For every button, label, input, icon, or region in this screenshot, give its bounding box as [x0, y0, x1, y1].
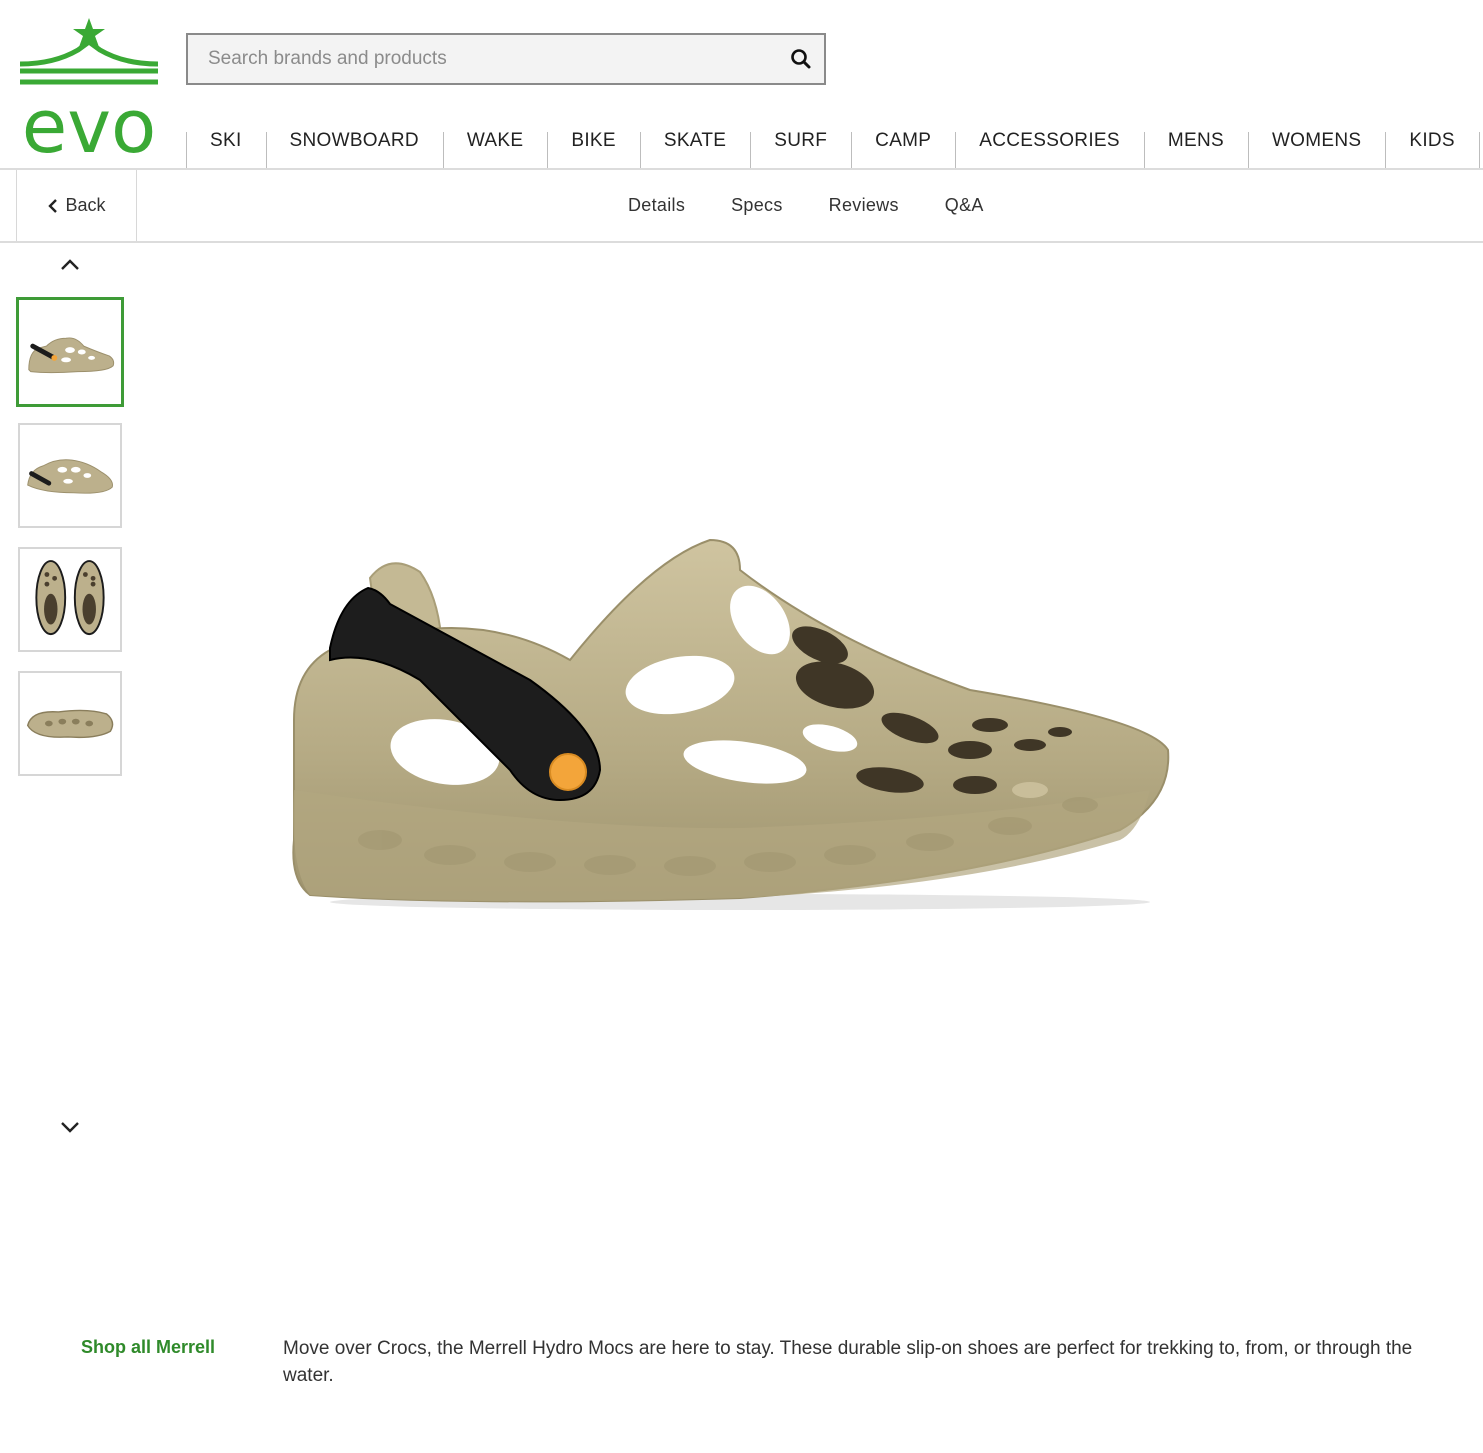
- svg-text:evo: evo: [22, 84, 157, 160]
- main-nav: SKI SNOWBOARD WAKE BIKE SKATE SURF CAMP …: [186, 114, 1483, 168]
- section-tabs: Details Specs Reviews Q&A: [605, 170, 1007, 241]
- back-button[interactable]: Back: [16, 170, 137, 241]
- search-box: [186, 33, 826, 85]
- nav-item-camp[interactable]: CAMP: [851, 114, 955, 168]
- chevron-down-icon[interactable]: [58, 1119, 82, 1135]
- tab-specs[interactable]: Specs: [708, 195, 806, 216]
- thumbnail-side-view[interactable]: [16, 297, 124, 407]
- search-input[interactable]: [208, 35, 768, 83]
- tab-details[interactable]: Details: [605, 195, 708, 216]
- nav-item-surf[interactable]: SURF: [750, 114, 851, 168]
- nav-item-womens[interactable]: WOMENS: [1247, 114, 1385, 168]
- chevron-up-icon[interactable]: [58, 257, 82, 273]
- nav-item-e-truncated[interactable]: E: [1478, 114, 1483, 168]
- shoe-sole-thumbnail: [26, 709, 114, 739]
- back-label: Back: [65, 195, 106, 215]
- shoe-pair-top-thumbnail: [35, 560, 105, 636]
- nav-item-snowboard[interactable]: SNOWBOARD: [265, 114, 443, 168]
- shoe-side-thumbnail: [28, 337, 115, 374]
- tab-reviews[interactable]: Reviews: [806, 195, 922, 216]
- nav-item-bike[interactable]: BIKE: [547, 114, 640, 168]
- site-header: evo SKI SNOWBOARD WAKE BIKE SKATE SURF C…: [0, 0, 1483, 170]
- chevron-left-icon: [48, 198, 58, 213]
- shop-all-merrell-link[interactable]: Shop all Merrell: [81, 1337, 215, 1358]
- shoe-angled-thumbnail: [27, 459, 114, 494]
- thumbnail-angled-view[interactable]: [18, 423, 122, 528]
- product-description: Move over Crocs, the Merrell Hydro Mocs …: [283, 1338, 1413, 1386]
- evo-logo[interactable]: evo: [14, 16, 164, 160]
- nav-item-skate[interactable]: SKATE: [639, 114, 750, 168]
- nav-item-accessories[interactable]: ACCESSORIES: [955, 114, 1144, 168]
- thumbnail-top-view[interactable]: [18, 547, 122, 652]
- nav-item-wake[interactable]: WAKE: [442, 114, 547, 168]
- nav-item-kids[interactable]: KIDS: [1385, 114, 1479, 168]
- search-icon[interactable]: [788, 46, 814, 72]
- nav-item-mens[interactable]: MENS: [1143, 114, 1248, 168]
- nav-item-ski[interactable]: SKI: [186, 114, 266, 168]
- product-subnav: Back Details Specs Reviews Q&A: [0, 170, 1483, 243]
- product-main-image: [292, 538, 1170, 910]
- tab-qa[interactable]: Q&A: [922, 195, 1007, 216]
- thumbnail-sole-view[interactable]: [18, 671, 122, 776]
